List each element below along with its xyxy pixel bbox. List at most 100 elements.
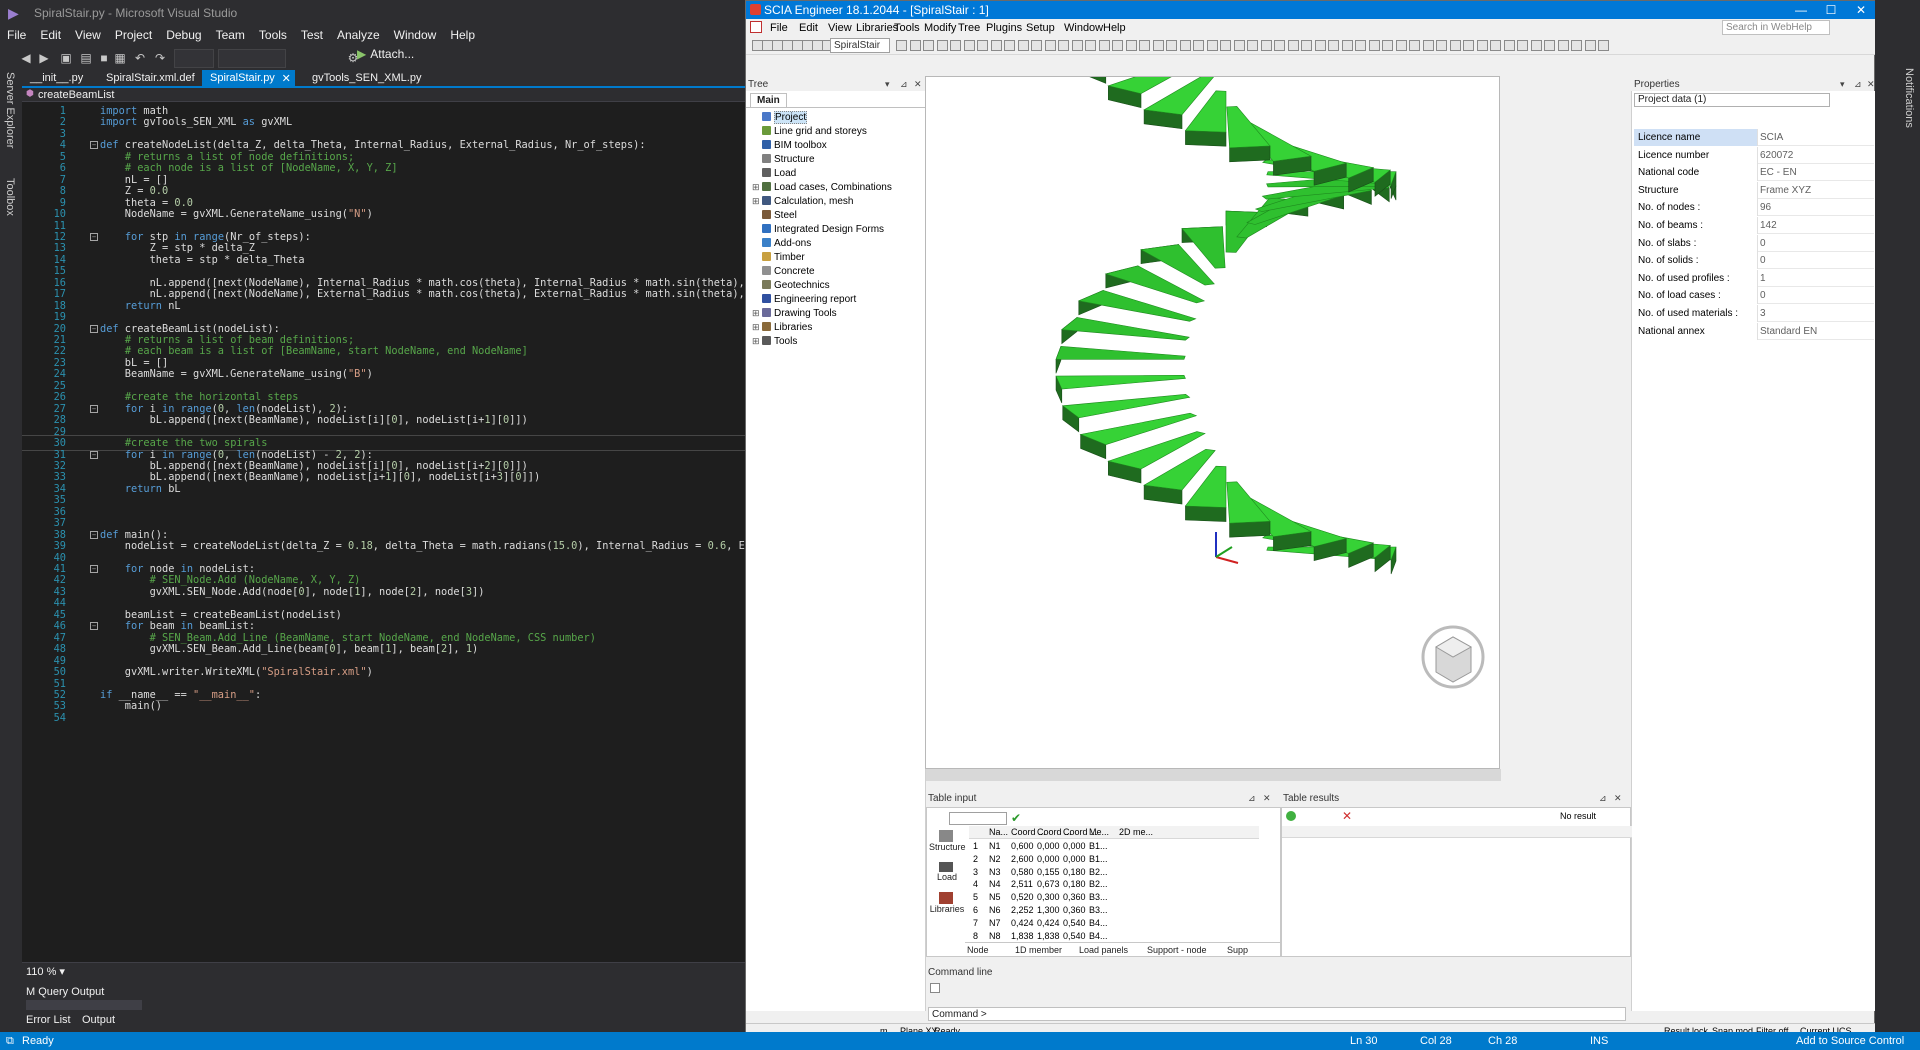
cursor-tool-icon[interactable] <box>930 983 940 993</box>
scia-menu-view[interactable]: View <box>828 22 852 34</box>
tree-item[interactable]: ⊞ Drawing Tools <box>752 308 837 322</box>
close-panel-icon[interactable]: ✕ <box>1867 79 1875 90</box>
code-editor[interactable]: 1 import math 2 import gvTools_SEN_XML as g… <box>22 102 745 962</box>
tree-item[interactable]: ⊞ Load cases, Combinations <box>752 182 892 196</box>
property-row[interactable]: No. of used materials :3 <box>1634 305 1874 322</box>
add-to-source-control-button[interactable]: Add to Source Control <box>1796 1035 1904 1047</box>
property-row[interactable]: No. of beams :142 <box>1634 217 1874 234</box>
zoom-level[interactable]: 110 % ▾ <box>22 962 745 978</box>
error-list-tab[interactable]: Error List <box>26 1014 71 1026</box>
collapse-icon[interactable]: − <box>90 232 98 241</box>
toolbox-tab[interactable]: Toolbox <box>4 178 16 216</box>
tab-main[interactable]: Main <box>750 93 787 107</box>
expand-icon[interactable]: ⊞ <box>752 196 760 207</box>
toolbar-icon[interactable] <box>896 40 907 51</box>
collapse-icon[interactable]: − <box>90 324 98 333</box>
toolbar-icon[interactable] <box>936 40 948 51</box>
toolbar-icon[interactable] <box>1260 40 1272 51</box>
tab-support[interactable]: Supp <box>1227 945 1248 955</box>
code-line[interactable]: 54 <box>22 711 745 725</box>
toolbar-icon[interactable] <box>1166 40 1177 51</box>
toolbar-icon[interactable] <box>950 40 961 51</box>
toolbar-icon[interactable] <box>1125 40 1137 51</box>
toolbar-icon[interactable] <box>977 40 988 51</box>
toolbar-icon[interactable] <box>1368 40 1380 51</box>
tab-init-py[interactable]: __init__.py <box>22 70 91 88</box>
toolbar-icon[interactable] <box>1409 40 1420 51</box>
tab-support-node[interactable]: Support - node <box>1147 945 1207 955</box>
tab-1d-member[interactable]: 1D member <box>1015 945 1062 955</box>
toolbar-icon[interactable] <box>923 40 934 51</box>
toolbar-icon[interactable] <box>1490 40 1501 51</box>
view-cube-icon[interactable] <box>1421 625 1485 689</box>
vs-menu-edit[interactable]: Edit <box>33 24 68 46</box>
tree-item[interactable]: Timber <box>752 252 805 266</box>
save-all-icon[interactable]: ▦ <box>112 50 128 66</box>
tree-item[interactable]: Line grid and storeys <box>752 126 867 140</box>
toolbar-icon[interactable] <box>1598 40 1609 51</box>
toolbar-icon[interactable] <box>1247 40 1258 51</box>
toolbar-icon[interactable] <box>1395 40 1407 51</box>
vs-menu-view[interactable]: View <box>68 24 108 46</box>
toolbar-icon[interactable] <box>1436 40 1447 51</box>
toolbar-icon[interactable] <box>1220 40 1231 51</box>
dropdown-icon[interactable]: ▾ <box>1840 79 1845 90</box>
table-filter-input[interactable] <box>949 812 1007 825</box>
vs-menu-tools[interactable]: Tools <box>252 24 294 46</box>
tab-gvtools-sen-xml-py[interactable]: gvTools_SEN_XML.py <box>304 70 429 88</box>
expand-icon[interactable]: ⊞ <box>752 322 760 333</box>
toolbar-icon[interactable] <box>1085 40 1096 51</box>
toolbar-icon[interactable] <box>1571 40 1582 51</box>
scia-menu-help[interactable]: Help <box>1103 22 1126 34</box>
toolbar-icon[interactable] <box>990 40 1002 51</box>
table-row[interactable]: 3 N3 0,580 0,155 0,180 B2... <box>969 866 1259 879</box>
configuration-dropdown[interactable] <box>174 49 214 68</box>
tree-item[interactable]: Concrete <box>752 266 815 280</box>
property-row[interactable]: No. of slabs :0 <box>1634 234 1874 252</box>
property-row[interactable]: No. of nodes :96 <box>1634 199 1874 217</box>
toolbar-icon[interactable] <box>1355 40 1366 51</box>
close-tab-icon[interactable]: ✕ <box>282 72 291 85</box>
scia-menu-window[interactable]: Window <box>1064 22 1103 34</box>
vs-menu-team[interactable]: Team <box>209 24 252 46</box>
server-explorer-tab[interactable]: Server Explorer <box>4 72 16 148</box>
table-row[interactable]: 1 N1 0,600 0,000 0,000 B1... <box>969 840 1259 853</box>
toolbar-icon[interactable] <box>1233 40 1245 51</box>
toolbar-icon[interactable] <box>1314 40 1326 51</box>
tree-item[interactable]: Add-ons <box>752 238 811 252</box>
tree-item[interactable]: ⊞ Libraries <box>752 322 812 336</box>
expand-icon[interactable]: ⊞ <box>752 308 760 319</box>
confirm-icon[interactable]: ✔ <box>1011 811 1021 825</box>
tree-item[interactable]: Steel <box>752 210 797 224</box>
pin-icon[interactable]: ⊿ <box>1248 793 1256 804</box>
table-row[interactable]: 5 N5 0,520 0,300 0,360 B3... <box>969 891 1259 904</box>
scia-menu-plugins[interactable]: Plugins <box>986 22 1022 34</box>
back-icon[interactable]: ◀ <box>18 50 34 66</box>
delete-icon[interactable]: ✕ <box>1342 809 1352 823</box>
command-input[interactable]: Command > <box>928 1007 1626 1021</box>
new-file-icon[interactable]: ▣ <box>58 50 74 66</box>
tab-node[interactable]: Node <box>967 945 989 955</box>
undo-icon[interactable]: ↶ <box>132 50 148 66</box>
toolbar-icon[interactable] <box>909 40 921 51</box>
property-row[interactable]: Licence number 620072 <box>1634 146 1874 164</box>
toolbar-icon[interactable] <box>1031 40 1042 51</box>
table-row[interactable]: 4 N4 2,511 0,673 0,180 B2... <box>969 878 1259 891</box>
toolbar-icon[interactable] <box>1071 40 1083 51</box>
structure-tab[interactable]: Structure <box>929 830 966 852</box>
toolbar-icon[interactable] <box>1449 40 1461 51</box>
collapse-icon[interactable]: − <box>90 530 98 539</box>
table-row[interactable]: 2 N2 2,600 0,000 0,000 B1... <box>969 853 1259 866</box>
collapse-icon[interactable]: − <box>90 141 98 150</box>
tree-item[interactable]: Integrated Design Forms <box>752 224 884 238</box>
collapse-icon[interactable]: − <box>90 450 98 459</box>
platform-dropdown[interactable] <box>218 49 286 68</box>
navigation-bar[interactable]: ⬢ createBeamList <box>22 88 745 102</box>
property-row[interactable]: Licence name SCIA <box>1634 129 1874 146</box>
toolbar-icon[interactable] <box>1301 40 1312 51</box>
tree-item[interactable]: Project <box>752 111 808 126</box>
scia-menu-tools[interactable]: Tools <box>894 22 920 34</box>
scia-menu-setup[interactable]: Setup <box>1026 22 1055 34</box>
forward-icon[interactable]: ▶ <box>36 50 52 66</box>
close-icon[interactable]: ✕ <box>1846 1 1876 19</box>
